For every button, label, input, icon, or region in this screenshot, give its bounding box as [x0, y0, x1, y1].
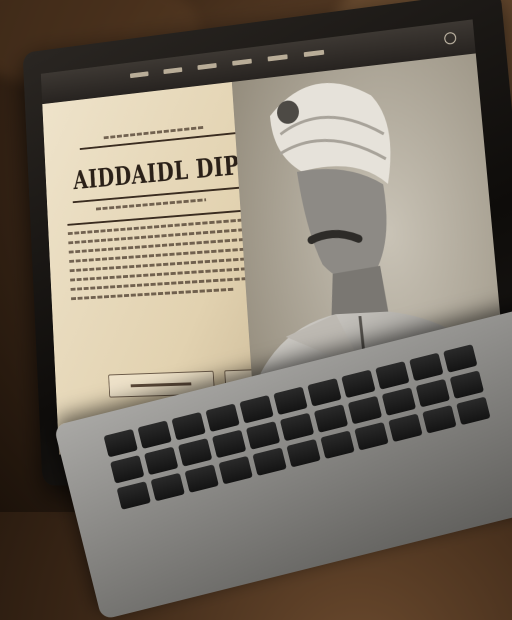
keyboard-key [205, 403, 240, 433]
keyboard-key [103, 428, 138, 458]
keyboard-key [110, 455, 145, 484]
keyboard-key [116, 481, 151, 510]
keyboard-key [415, 378, 451, 408]
keyboard-key [409, 352, 444, 382]
keyboard-key [279, 412, 315, 442]
keyboard-key [388, 413, 423, 443]
keyboard-key [341, 369, 376, 399]
keyboard-key [143, 446, 179, 476]
nav-link[interactable] [267, 54, 288, 62]
keyboard-key [354, 421, 389, 451]
body-text-line [71, 287, 234, 301]
keyboard-key [320, 430, 355, 460]
gear-icon[interactable] [443, 31, 457, 45]
title-rule-top [79, 131, 241, 150]
keyboard-key [286, 438, 321, 468]
keyboard-key [177, 438, 213, 467]
section-divider [67, 208, 264, 226]
nav-link[interactable] [129, 71, 149, 79]
keyboard-key [443, 344, 478, 373]
keyboard-key [347, 395, 383, 425]
keyboard-key [137, 420, 172, 449]
keyboard-key [313, 404, 349, 433]
keyboard-key [171, 411, 206, 441]
nav-link[interactable] [232, 58, 252, 66]
subtitle-text [95, 198, 207, 211]
keyboard-key [307, 378, 342, 407]
keyboard-key [211, 429, 247, 459]
keyboard-key [375, 361, 410, 390]
keyboard-key [381, 387, 417, 416]
nav-link[interactable] [197, 62, 217, 70]
keyboard-key [273, 386, 308, 416]
keyboard-key [252, 447, 287, 476]
keyboard-key [239, 394, 274, 424]
keyboard-key [422, 405, 457, 434]
keyboard-key [184, 464, 219, 493]
keyboard-key [456, 396, 491, 426]
nav-link[interactable] [303, 49, 325, 58]
nav-link[interactable] [163, 67, 183, 75]
keyboard-key [218, 455, 253, 485]
keyboard-key [150, 472, 185, 502]
keyboard-key [245, 421, 281, 450]
keyboard-key [449, 370, 485, 399]
